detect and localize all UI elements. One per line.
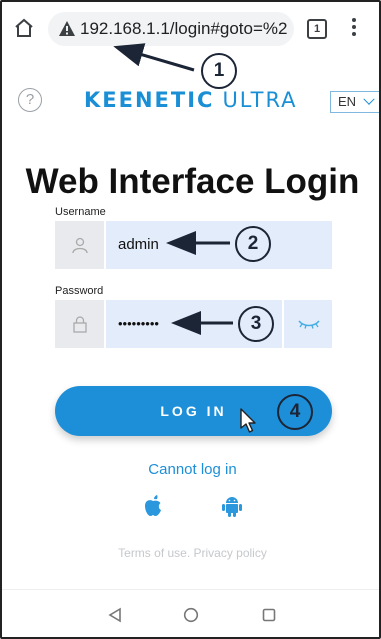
annotation-badge-4: 4	[277, 394, 313, 430]
annotation-badge-2: 2	[235, 226, 271, 262]
annotation-badge-3: 3	[238, 306, 274, 342]
annotation-arrows	[113, 43, 233, 335]
screenshot-frame: 192.168.1.1/login#goto=%2 1 ? KEENETIC UL…	[0, 0, 381, 639]
mouse-cursor-icon	[240, 408, 256, 433]
annotation-arrow-1	[113, 43, 195, 72]
annotation-badge-1: 1	[201, 53, 237, 89]
